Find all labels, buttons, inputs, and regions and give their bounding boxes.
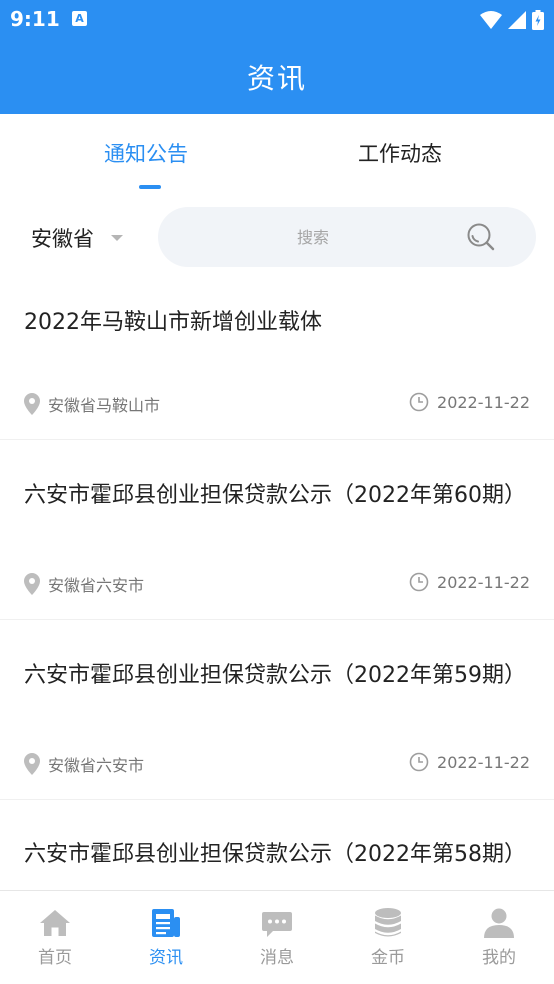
list-item[interactable]: 2022年马鞍山市新增创业载体 安徽省马鞍山市 2022-11-22 (0, 284, 554, 440)
location-pin-icon (24, 753, 40, 775)
news-meta: 安徽省马鞍山市 2022-11-22 (24, 392, 530, 416)
home-icon (40, 910, 70, 936)
tab-bar: 通知公告 工作动态 (0, 114, 554, 194)
nav-label: 消息 (260, 948, 294, 968)
date-text: 2022-11-22 (437, 752, 530, 772)
tab-notice[interactable]: 通知公告 (104, 138, 188, 168)
news-title: 六安市霍邱县创业担保贷款公示（2022年第60期） (24, 483, 526, 508)
nav-home[interactable]: 首页 (0, 891, 110, 984)
clock-icon (409, 572, 429, 592)
news-title: 2022年马鞍山市新增创业载体 (24, 310, 322, 335)
date-text: 2022-11-22 (437, 572, 530, 592)
active-tab-indicator (139, 185, 161, 189)
province-selector[interactable]: 安徽省 (31, 223, 94, 253)
nav-news[interactable]: 资讯 (111, 891, 221, 984)
news-location: 安徽省六安市 (24, 572, 144, 596)
date-text: 2022-11-22 (437, 392, 530, 412)
nav-label: 我的 (482, 948, 516, 968)
profile-icon (484, 908, 514, 938)
caret-down-icon[interactable] (111, 235, 123, 241)
location-text: 安徽省六安市 (48, 576, 145, 595)
bottom-nav: 首页 资讯 消息 金币 我的 (0, 890, 554, 984)
news-location: 安徽省六安市 (24, 752, 144, 776)
list-item[interactable]: 六安市霍邱县创业担保贷款公示（2022年第58期） (0, 800, 554, 890)
news-title: 六安市霍邱县创业担保贷款公示（2022年第58期） (24, 842, 526, 867)
page-title: 资讯 (246, 62, 307, 95)
nav-label: 金币 (371, 948, 405, 968)
list-item[interactable]: 六安市霍邱县创业担保贷款公示（2022年第59期） 安徽省六安市 2022-11… (0, 620, 554, 800)
clock-icon (409, 752, 429, 772)
news-meta: 安徽省六安市 2022-11-22 (24, 752, 530, 776)
tab-work-updates[interactable]: 工作动态 (358, 138, 442, 168)
filter-row: 安徽省 (0, 204, 554, 270)
search-icon[interactable] (466, 222, 496, 252)
status-icons (480, 8, 544, 32)
location-pin-icon (24, 573, 40, 595)
wifi-icon (480, 11, 502, 29)
list-item[interactable]: 六安市霍邱县创业担保贷款公示（2022年第60期） 安徽省六安市 2022-11… (0, 440, 554, 620)
news-location: 安徽省马鞍山市 (24, 392, 160, 416)
battery-icon (532, 10, 544, 30)
nav-label: 资讯 (149, 948, 183, 968)
news-date: 2022-11-22 (409, 752, 530, 772)
nav-messages[interactable]: 消息 (222, 891, 332, 984)
signal-icon (508, 11, 526, 29)
search-box[interactable] (158, 207, 536, 267)
status-time: 9:11 (10, 7, 60, 31)
news-date: 2022-11-22 (409, 572, 530, 592)
message-icon (262, 912, 292, 937)
news-list: 2022年马鞍山市新增创业载体 安徽省马鞍山市 2022-11-22 六安市霍邱… (0, 284, 554, 890)
coins-icon (375, 908, 401, 937)
search-input[interactable] (218, 222, 408, 252)
app-bar: 资讯 (0, 40, 554, 114)
notification-app-icon: A (72, 11, 87, 26)
location-text: 安徽省马鞍山市 (48, 396, 161, 415)
location-pin-icon (24, 393, 40, 415)
nav-profile[interactable]: 我的 (444, 891, 554, 984)
news-date: 2022-11-22 (409, 392, 530, 412)
nav-label: 首页 (38, 948, 72, 968)
location-text: 安徽省六安市 (48, 756, 145, 775)
clock-icon (409, 392, 429, 412)
news-title: 六安市霍邱县创业担保贷款公示（2022年第59期） (24, 663, 526, 688)
news-icon (152, 909, 180, 937)
status-bar: 9:11 A (0, 0, 554, 40)
news-meta: 安徽省六安市 2022-11-22 (24, 572, 530, 596)
nav-coins[interactable]: 金币 (333, 891, 443, 984)
